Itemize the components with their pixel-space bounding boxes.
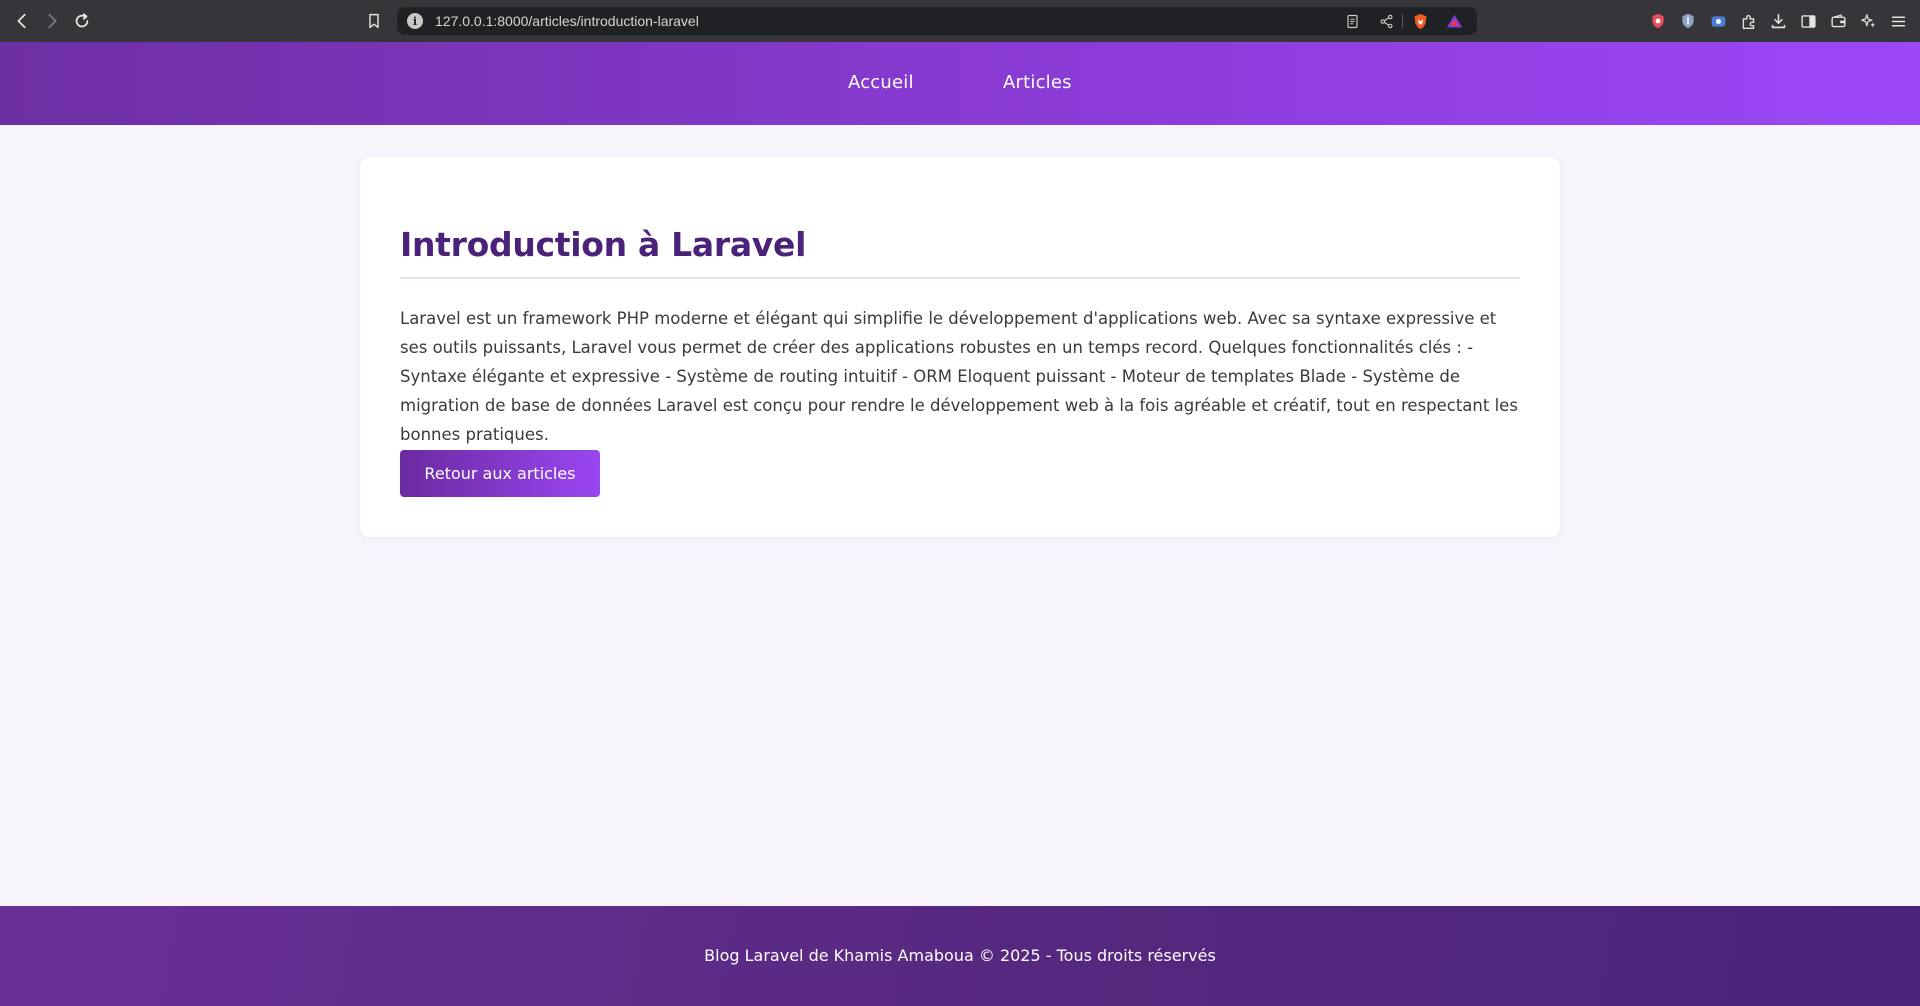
nav-link-articles[interactable]: Articles	[1003, 72, 1072, 93]
reload-icon[interactable]	[70, 9, 94, 33]
article-body: Laravel est un framework PHP moderne et …	[400, 309, 1518, 444]
nav-link-home[interactable]: Accueil	[848, 72, 914, 93]
address-bar-divider	[1402, 14, 1403, 28]
downloads-icon[interactable]	[1768, 11, 1788, 31]
brave-rewards-icon[interactable]	[1445, 12, 1463, 30]
extensions-icon[interactable]	[1738, 11, 1758, 31]
title-divider	[400, 277, 1520, 279]
leo-ai-icon[interactable]	[1858, 11, 1878, 31]
shield-extension-icon[interactable]	[1648, 11, 1668, 31]
tab-extension-icon[interactable]	[1708, 11, 1728, 31]
article-title: Introduction à Laravel	[400, 225, 807, 264]
brave-shields-icon[interactable]	[1411, 12, 1429, 30]
reader-mode-icon[interactable]	[1343, 12, 1361, 30]
site-header: Accueil Articles	[0, 42, 1920, 125]
site-info-icon[interactable]: i	[407, 13, 423, 29]
sidebar-icon[interactable]	[1798, 11, 1818, 31]
address-bar[interactable]: i 127.0.0.1:8000/articles/introduction-l…	[397, 7, 1477, 35]
site-footer: Blog Laravel de Khamis Amaboua © 2025 - …	[0, 906, 1920, 1006]
back-to-articles-button[interactable]: Retour aux articles	[400, 450, 600, 497]
wallet-icon[interactable]	[1828, 11, 1848, 31]
bookmark-icon[interactable]	[362, 9, 386, 33]
footer-copyright: Blog Laravel de Khamis Amaboua © 2025 - …	[704, 946, 1216, 965]
back-icon[interactable]	[10, 9, 34, 33]
menu-icon[interactable]	[1888, 11, 1908, 31]
article-card: Introduction à Laravel Laravel est un fr…	[360, 157, 1560, 537]
url-text[interactable]: 127.0.0.1:8000/articles/introduction-lar…	[435, 13, 699, 29]
forward-icon[interactable]	[40, 9, 64, 33]
vpn-extension-icon[interactable]	[1678, 11, 1698, 31]
share-icon[interactable]	[1377, 12, 1395, 30]
browser-toolbar: i 127.0.0.1:8000/articles/introduction-l…	[0, 0, 1920, 42]
